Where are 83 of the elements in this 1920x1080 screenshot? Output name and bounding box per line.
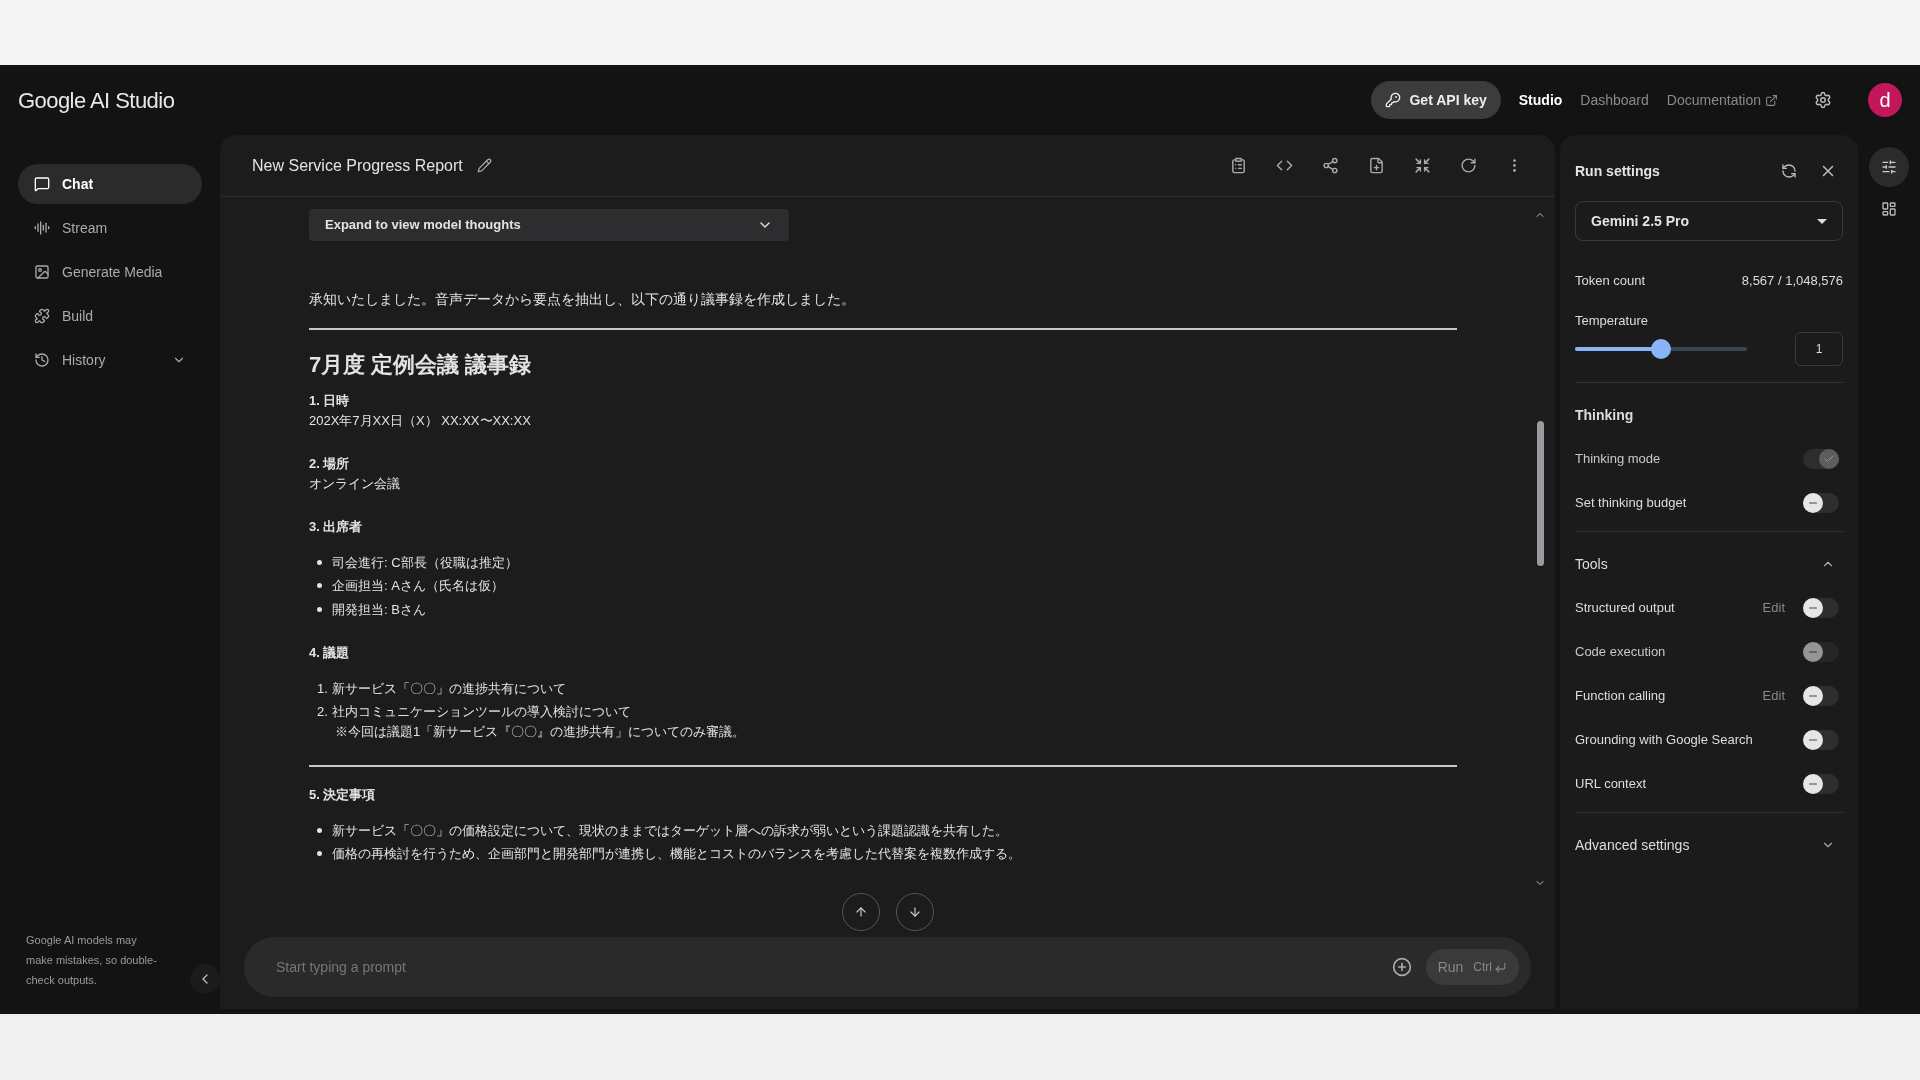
list-item-text: 新サービス「〇〇」の価格設定について、現状のままではターゲット層への訴求が弱いという課題認識を共有した。 [332, 821, 1008, 840]
dropdown-caret-icon [1817, 218, 1827, 224]
toggle-switch[interactable] [1803, 598, 1839, 618]
section-text: 202X年7月XX日（X） XX:XX〜XX:XX [309, 411, 532, 430]
file-plus-icon[interactable] [1368, 157, 1385, 174]
slider-thumb[interactable] [1651, 339, 1672, 359]
refresh-icon[interactable] [1460, 157, 1477, 174]
section-heading: 3. 出席者 [309, 518, 364, 536]
sidebar-item[interactable]: Generate Media [18, 252, 202, 292]
panel-title: Run settings [1575, 161, 1660, 181]
chat-title: New Service Progress Report [252, 155, 463, 176]
toggle-switch[interactable] [1803, 686, 1839, 706]
sidebar-item[interactable]: History [18, 340, 202, 380]
audio-wave-icon [34, 220, 50, 236]
pencil-icon[interactable] [476, 158, 492, 173]
history-icon [34, 352, 50, 368]
model-select[interactable]: Gemini 2.5 Pro [1575, 201, 1843, 241]
list-number: 2. [317, 703, 328, 721]
section-title: Thinking [1575, 405, 1634, 425]
toggle-switch[interactable] [1803, 774, 1839, 794]
temperature-label: Temperature [1575, 311, 1649, 330]
enter-key-icon [1494, 960, 1507, 974]
edit-link[interactable]: Edit [1762, 686, 1785, 706]
puzzle-icon [34, 308, 50, 324]
section-title[interactable]: Tools [1575, 553, 1608, 575]
user-avatar[interactable]: d [1868, 83, 1902, 117]
list-item-note: ※今回は議題1「新サービス『〇〇』の進捗共有」についてのみ審議。 [334, 722, 747, 741]
setting-label: Thinking mode [1575, 450, 1661, 469]
list-item-text: 価格の再検討を行うため、企画部門と開発部門が連携し、機能とコストのバランスを考慮した代替案を複数作成する。 [332, 845, 1021, 863]
document-title: 7月度 定例会議 議事録 [309, 351, 533, 379]
section-heading: 1. 日時 [309, 392, 351, 410]
share-icon[interactable] [1322, 157, 1339, 174]
disclaimer-text: Google AI models may make mistakes, so double-check outputs. [25, 933, 158, 988]
token-count-value: 8,567 / 1,048,576 [1741, 272, 1843, 290]
sidebar-item[interactable]: Build [18, 296, 202, 336]
list-item-text: 企画担当: Aさん（氏名は仮） [332, 577, 504, 595]
layout-icon[interactable] [1881, 201, 1897, 217]
clipboard-icon[interactable] [1230, 157, 1247, 174]
token-count-label: Token count [1575, 272, 1646, 290]
list-item-text: 開発担当: Bさん [332, 600, 426, 619]
tune-settings-button[interactable] [1869, 147, 1909, 187]
list-number: 1. [317, 679, 328, 698]
sidebar-item[interactable]: Chat [18, 164, 202, 204]
setting-label: Set thinking budget [1575, 494, 1687, 513]
check-icon [1823, 453, 1835, 465]
scroll-up-button[interactable] [841, 893, 880, 931]
section-title[interactable]: Advanced settings [1575, 834, 1690, 856]
section-text: オンライン会議 [309, 474, 401, 493]
section-heading: 2. 場所 [309, 455, 351, 473]
setting-label: Grounding with Google Search [1575, 731, 1753, 750]
nav-link[interactable]: Studio [1518, 89, 1563, 111]
toggle-switch[interactable] [1803, 493, 1839, 513]
nav-link[interactable]: Dashboard [1580, 89, 1649, 111]
thoughts-expander[interactable]: Expand to view model thoughts [309, 209, 789, 241]
scroll-down-button[interactable] [895, 893, 934, 931]
settings-icon[interactable] [1814, 91, 1832, 109]
shrink-icon[interactable] [1414, 157, 1431, 174]
setting-label: URL context [1575, 775, 1647, 794]
toggle-switch[interactable] [1803, 730, 1839, 750]
app-logo[interactable]: Google AI Studio [18, 83, 175, 117]
setting-label: Structured output [1575, 599, 1675, 618]
setting-label: Function calling [1575, 687, 1666, 706]
response-text: 承知いたしました。音声データから要点を抽出し、以下の通り議事録を作成しました。 [309, 290, 856, 309]
list-item-text: 司会進行: C部長（役職は推定） [332, 553, 518, 572]
setting-label: Code execution [1575, 643, 1666, 662]
edit-link[interactable]: Edit [1762, 598, 1785, 618]
key-icon [1385, 92, 1402, 108]
list-item-text: 社内コミュニケーションツールの導入検討について [331, 703, 631, 721]
reset-icon[interactable] [1781, 163, 1797, 179]
sliders-icon [1881, 159, 1897, 175]
nav-link[interactable]: Documentation [1666, 89, 1778, 111]
collapse-sidebar-button[interactable] [190, 964, 220, 994]
section-heading: 4. 議題 [309, 644, 351, 662]
get-api-key-button[interactable]: Get API key [1371, 81, 1501, 119]
section-heading: 5. 決定事項 [309, 786, 377, 804]
arrow-down-icon [907, 905, 922, 919]
image-icon [34, 264, 50, 280]
list-item-text: 新サービス「〇〇」の進捗共有について [331, 679, 566, 698]
chat-icon [34, 176, 50, 192]
add-icon[interactable] [1391, 957, 1412, 977]
scrollbar-thumb[interactable] [1536, 421, 1544, 566]
sidebar-item[interactable]: Stream [18, 208, 202, 248]
temperature-input[interactable]: 1 [1795, 332, 1843, 366]
